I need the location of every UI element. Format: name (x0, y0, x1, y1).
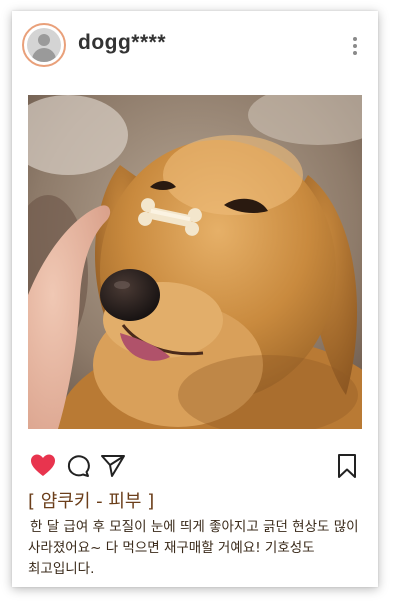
post-photo[interactable] (28, 95, 362, 429)
action-bar (12, 453, 378, 483)
user-avatar-icon (27, 28, 61, 62)
caption-body: 한 달 급여 후 모질이 눈에 띄게 좋아지고 긁던 현상도 많이 사라졌어요~… (28, 519, 359, 577)
username[interactable]: dogg**** (78, 31, 166, 55)
post-card: dogg**** [얌쿠키 - 피부] 한 달 급여 후 모질이 눈에 띄게… (12, 11, 378, 587)
bookmark-icon[interactable] (334, 453, 360, 479)
dog-photo-image (28, 95, 362, 429)
post-header: dogg**** (12, 11, 378, 81)
heart-icon[interactable] (30, 453, 56, 479)
avatar[interactable] (22, 23, 66, 67)
comment-icon[interactable] (66, 453, 92, 479)
send-icon[interactable] (100, 453, 126, 479)
more-vertical-icon[interactable] (350, 37, 360, 59)
caption-title: [ 얌쿠키 - 피부 ] (28, 491, 155, 512)
